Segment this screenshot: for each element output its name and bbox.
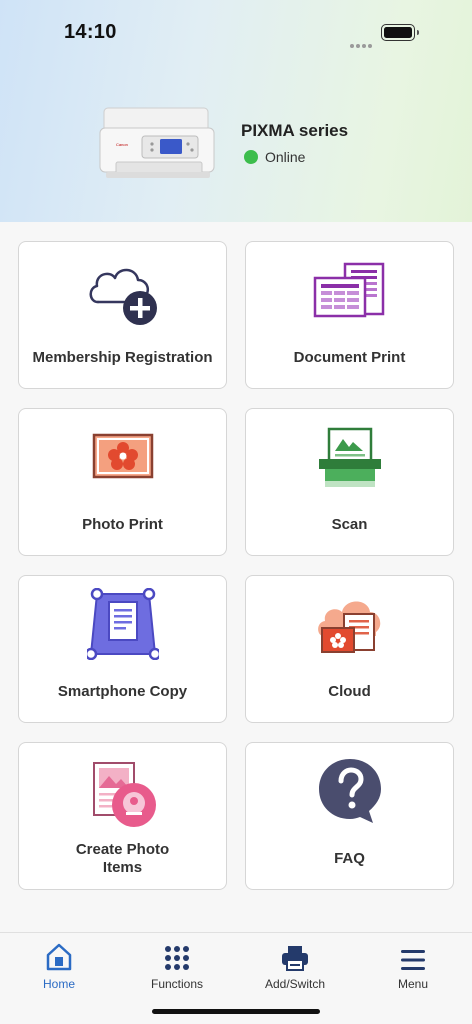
tile-label: Cloud bbox=[328, 683, 371, 700]
tile-label: Scan bbox=[331, 516, 368, 533]
tab-add-switch[interactable]: Add/Switch bbox=[245, 939, 345, 991]
document-print-tile[interactable]: Document Print bbox=[245, 241, 454, 389]
printer-header[interactable]: 14:10 Canon PIXMA series Online bbox=[0, 0, 472, 222]
photo-items-icon bbox=[92, 762, 156, 827]
hamburger-icon bbox=[401, 950, 425, 970]
document-icon bbox=[313, 262, 384, 318]
clock: 14:10 bbox=[64, 21, 117, 43]
create-photo-items-tile[interactable]: Create Photo Items bbox=[18, 742, 227, 890]
photo-print-tile[interactable]: Photo Print bbox=[18, 408, 227, 556]
printer-name: PIXMA series bbox=[241, 121, 349, 140]
tile-label: Membership Registration bbox=[32, 349, 213, 366]
home-icon bbox=[46, 943, 72, 971]
cloud-photo-icon bbox=[317, 601, 380, 653]
svg-text:Canon: Canon bbox=[116, 142, 128, 147]
tab-label: Add/Switch bbox=[264, 977, 326, 991]
scanner-icon bbox=[318, 427, 381, 487]
tab-label: Home bbox=[42, 977, 75, 991]
cloud-tile[interactable]: Cloud bbox=[245, 575, 454, 723]
grid-dots-icon bbox=[165, 946, 189, 970]
photo-icon bbox=[92, 433, 153, 479]
scan-tile[interactable]: Scan bbox=[245, 408, 454, 556]
tab-menu[interactable]: Menu bbox=[363, 939, 463, 991]
tile-label: FAQ bbox=[334, 850, 365, 867]
status-bar: 14:10 bbox=[0, 0, 472, 64]
smartphone-copy-icon bbox=[86, 588, 159, 660]
signal-icon bbox=[350, 35, 374, 53]
tile-label: Document Print bbox=[293, 349, 406, 366]
membership-registration-tile[interactable]: Membership Registration bbox=[18, 241, 227, 389]
faq-tile[interactable]: FAQ bbox=[245, 742, 454, 890]
tab-label: Functions bbox=[150, 977, 204, 991]
smartphone-copy-tile[interactable]: Smartphone Copy bbox=[18, 575, 227, 723]
tile-label: Photo Print bbox=[82, 516, 163, 533]
tile-label: Smartphone Copy bbox=[57, 683, 188, 700]
home-indicator[interactable] bbox=[152, 1009, 320, 1014]
tab-label: Menu bbox=[397, 977, 429, 991]
printer-icon: Canon bbox=[99, 107, 215, 178]
printer-status-text: Online bbox=[265, 149, 306, 165]
tab-home[interactable]: Home bbox=[9, 939, 109, 991]
question-bubble-icon bbox=[318, 759, 381, 823]
cloud-add-icon bbox=[89, 268, 157, 325]
printer-status: Online bbox=[244, 149, 305, 165]
tab-functions[interactable]: Functions bbox=[127, 939, 227, 991]
tile-label: Create Photo Items bbox=[75, 841, 170, 876]
battery-icon bbox=[381, 24, 419, 41]
printer-icon bbox=[282, 946, 308, 971]
online-status-dot bbox=[244, 150, 258, 164]
